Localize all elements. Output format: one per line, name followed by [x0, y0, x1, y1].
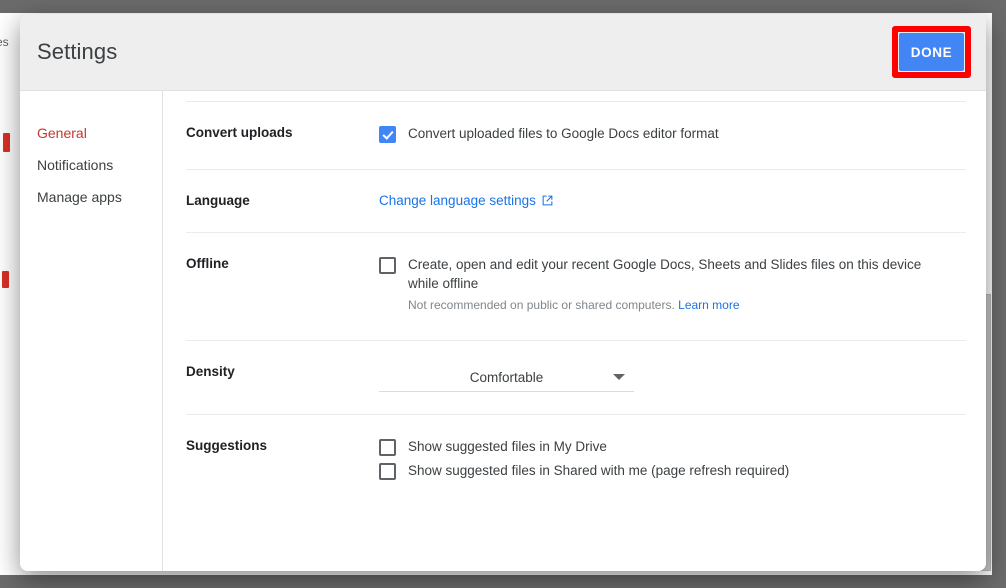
external-link-icon	[542, 195, 553, 206]
done-button[interactable]: DONE	[899, 33, 964, 71]
checkbox-label-suggestions-my-drive: Show suggested files in My Drive	[408, 439, 607, 454]
checkbox-offline[interactable]	[379, 257, 396, 274]
row-label-convert-uploads: Convert uploads	[186, 125, 293, 140]
suggestions-option-shared-with-me[interactable]: Show suggested files in Shared with me (…	[379, 461, 966, 480]
checkbox-suggestions-shared-with-me[interactable]	[379, 463, 396, 480]
row-field-suggestions: Show suggested files in My Drive Show su…	[379, 437, 966, 484]
dialog-body: General Notifications Manage apps Don't …	[20, 91, 986, 571]
checkbox-label-suggestions-shared-with-me: Show suggested files in Shared with me (…	[408, 463, 790, 478]
checkbox-suggestions-my-drive[interactable]	[379, 439, 396, 456]
checkbox-label-convert-uploads: Convert uploaded files to Google Docs ed…	[408, 126, 719, 141]
offline-sub-note: Not recommended on public or shared comp…	[408, 298, 675, 312]
row-field-language: Change language settings	[379, 192, 966, 210]
change-language-settings-link[interactable]: Change language settings	[379, 192, 554, 208]
chevron-down-icon	[613, 374, 625, 380]
change-language-settings-label: Change language settings	[379, 193, 536, 208]
row-label-suggestions: Suggestions	[186, 438, 268, 453]
row-convert-uploads: Convert uploads Convert uploaded files t…	[186, 102, 966, 170]
settings-sidebar: General Notifications Manage apps	[20, 91, 163, 571]
row-field-convert-uploads: Convert uploaded files to Google Docs ed…	[379, 124, 966, 147]
row-suggestions: Suggestions Show suggested files in My D…	[186, 415, 966, 506]
row-label-density: Density	[186, 364, 235, 379]
checkbox-label-offline: Create, open and edit your recent Google…	[408, 257, 922, 291]
convert-uploads-option[interactable]: Convert uploaded files to Google Docs ed…	[379, 124, 966, 143]
settings-dialog: Settings DONE General Notifications Mana…	[20, 14, 986, 571]
row-field-offline: Create, open and edit your recent Google…	[379, 255, 966, 318]
background-marker-2	[2, 271, 9, 288]
row-shortcuts: Don't replace with shortcuts	[186, 91, 966, 102]
density-selected-value: Comfortable	[469, 369, 544, 385]
density-select[interactable]: Comfortable	[379, 363, 634, 392]
settings-content: Don't replace with shortcuts Convert upl…	[163, 91, 986, 571]
offline-learn-more-link[interactable]: Learn more	[678, 298, 739, 312]
offline-option-body: Create, open and edit your recent Google…	[408, 255, 928, 314]
suggestions-option-my-drive[interactable]: Show suggested files in My Drive	[379, 437, 966, 456]
page-title: Settings	[37, 39, 118, 64]
sidebar-item-notifications[interactable]: Notifications	[20, 149, 162, 181]
sidebar-item-general[interactable]: General	[20, 117, 162, 149]
checkbox-convert-uploads[interactable]	[379, 126, 396, 143]
row-language: Language Change language settings	[186, 170, 966, 233]
desktop-backdrop: es Settings DONE General Notifications M…	[0, 0, 1006, 588]
background-marker-1	[3, 133, 10, 152]
dialog-header: Settings DONE	[20, 14, 986, 91]
offline-sub-text: Not recommended on public or shared comp…	[408, 296, 928, 314]
background-page-text: es	[0, 35, 9, 49]
sidebar-item-manage-apps[interactable]: Manage apps	[20, 181, 162, 213]
offline-option[interactable]: Create, open and edit your recent Google…	[379, 255, 966, 314]
row-field-density: Comfortable	[379, 363, 966, 392]
row-label-language: Language	[186, 193, 250, 208]
row-offline: Offline Create, open and edit your recen…	[186, 233, 966, 341]
row-density: Density Comfortable	[186, 341, 966, 415]
row-label-offline: Offline	[186, 256, 229, 271]
